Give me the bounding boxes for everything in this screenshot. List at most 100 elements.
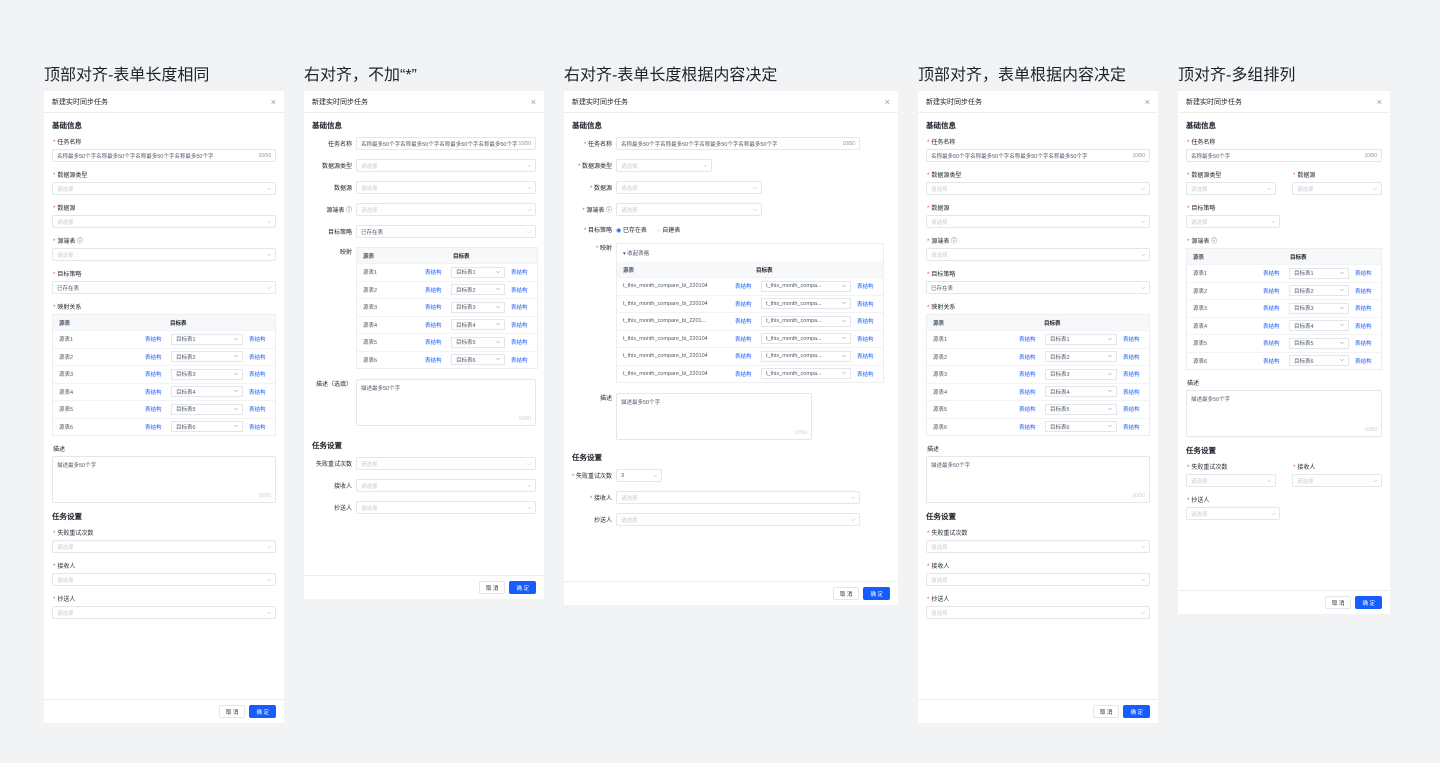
collapse-toggle[interactable]: ▾ 收起表格 bbox=[617, 249, 883, 257]
task-name-input[interactable]: 名称最多50个字名称最多50个字名称最多50个字名称最多50个字 10/50 bbox=[616, 137, 860, 150]
cc-select[interactable]: 请选择 ⌵ bbox=[52, 606, 276, 619]
mapping-table: 源表 目标表 源表1 表结构 目标表1 ⌵ 表结构 源表2 表结构 目标表2 ⌵ 表结构 源表3 表… bbox=[926, 314, 1150, 436]
cancel-button[interactable]: 取 消 bbox=[218, 705, 246, 718]
ok-button[interactable]: 确 定 bbox=[509, 581, 536, 594]
table-row: 源表1 表结构 目标表1 ⌵ 表结构 bbox=[1187, 264, 1381, 282]
ds-select[interactable]: 请选择 ⌵ bbox=[356, 181, 536, 194]
schema-link[interactable]: 表结构 bbox=[145, 405, 171, 413]
table-row: 源表3 表结构 目标表3 ⌵ 表结构 bbox=[53, 365, 275, 383]
ds-type-select[interactable]: 请选择 ⌵ bbox=[52, 182, 276, 195]
schema-link[interactable]: 表结构 bbox=[145, 353, 171, 361]
receiver-select[interactable]: 请选择 ⌵ bbox=[356, 479, 536, 492]
cancel-button[interactable]: 取 消 bbox=[1092, 705, 1120, 718]
target-select[interactable]: 目标表1 ⌵ bbox=[171, 333, 243, 345]
src-table-select[interactable]: 请选择 ⌵ bbox=[616, 203, 762, 216]
retry-select[interactable]: 3 ⌵ bbox=[616, 469, 662, 482]
cancel-button[interactable]: 取 消 bbox=[832, 587, 860, 600]
schema-link[interactable]: 表结构 bbox=[249, 388, 275, 396]
cc-select[interactable]: 请选择 ⌵ bbox=[1186, 507, 1280, 520]
cc-select[interactable]: 请选择 ⌵ bbox=[356, 501, 536, 514]
task-name-input[interactable]: 名称最多50个字名称最多50个字名称最多50个字名称最多50个字 10/50 bbox=[52, 149, 276, 162]
ds-select[interactable]: 请选择 ⌵ bbox=[616, 181, 762, 194]
target-select[interactable]: 目标表5 ⌵ bbox=[171, 403, 243, 415]
radio-auto[interactable]: ○ 自建表 bbox=[657, 225, 680, 234]
table-row: 源表3 表结构 目标表3 ⌵ 表结构 bbox=[927, 365, 1149, 383]
target-select[interactable]: 目标表4 ⌵ bbox=[171, 386, 243, 398]
table-row: 源表4 表结构 目标表4 ⌵ 表结构 bbox=[357, 315, 537, 334]
desc-textarea[interactable]: 描述最多50个字 10/50 bbox=[926, 456, 1150, 503]
ok-button[interactable]: 确 定 bbox=[863, 587, 890, 600]
ok-button[interactable]: 确 定 bbox=[249, 705, 276, 718]
ds-select[interactable]: 请选择 ⌵ bbox=[926, 215, 1150, 228]
target-select[interactable]: 目标表3 ⌵ bbox=[171, 368, 243, 380]
column-title-2: 右对齐，不加“*” bbox=[304, 67, 417, 84]
src-table-select[interactable]: 请选择 ⌵ bbox=[356, 203, 536, 216]
retry-select[interactable]: 请选择 ⌵ bbox=[1186, 474, 1276, 487]
schema-link[interactable]: 表结构 bbox=[249, 423, 275, 431]
desc-textarea[interactable]: 描述最多50个字 10/50 bbox=[52, 456, 276, 503]
schema-link[interactable]: 表结构 bbox=[145, 370, 171, 378]
section-basic: 基础信息 bbox=[52, 121, 82, 130]
ds-type-select[interactable]: 请选择 ⌵ bbox=[926, 182, 1150, 195]
column-title-1: 顶部对齐-表单长度相同 bbox=[44, 67, 210, 84]
task-name-input[interactable]: 名称最多50个字 10/50 bbox=[1186, 149, 1382, 162]
close-icon[interactable]: × bbox=[1145, 97, 1150, 107]
chevron-down-icon: ⌵ bbox=[267, 251, 271, 258]
cancel-button[interactable]: 取 消 bbox=[1324, 596, 1352, 609]
retry-select[interactable]: 请选择 ⌵ bbox=[356, 457, 536, 470]
table-row: 源表1 表结构 目标表1 ⌵ 表结构 bbox=[927, 330, 1149, 348]
ok-button[interactable]: 确 定 bbox=[1123, 705, 1150, 718]
table-row: 源表2 表结构 目标表2 ⌵ 表结构 bbox=[53, 347, 275, 366]
target-select[interactable]: 目标表2 ⌵ bbox=[171, 351, 243, 363]
desc-textarea[interactable]: 描述最多50个字 10/50 bbox=[356, 379, 536, 426]
table-row: 源表6 表结构 目标表6 ⌵ 表结构 bbox=[53, 417, 275, 436]
close-icon[interactable]: × bbox=[531, 97, 536, 107]
receiver-select[interactable]: 请选择 ⌵ bbox=[926, 573, 1150, 586]
table-row: 源表4 表结构 目标表4 ⌵ 表结构 bbox=[53, 382, 275, 401]
table-row: 源表6 表结构 目标表6 ⌵ 表结构 bbox=[927, 417, 1149, 436]
task-name-input[interactable]: 名称最多50个字名称最多50个字名称最多50个字名称最多50个字 10/50 bbox=[926, 149, 1150, 162]
ds-type-select[interactable]: 请选择 ⌵ bbox=[616, 159, 712, 172]
table-row: 源表2 表结构 目标表2 ⌵ 表结构 bbox=[1187, 281, 1381, 300]
schema-link[interactable]: 表结构 bbox=[249, 353, 275, 361]
ds-select[interactable]: 请选择 ⌵ bbox=[1292, 182, 1382, 195]
schema-link[interactable]: 表结构 bbox=[249, 405, 275, 413]
strategy-select[interactable]: 已存在表 ⌵ bbox=[52, 281, 276, 294]
close-icon[interactable]: × bbox=[271, 97, 276, 107]
close-icon[interactable]: × bbox=[885, 97, 890, 107]
ok-button[interactable]: 确 定 bbox=[1355, 596, 1382, 609]
schema-link[interactable]: 表结构 bbox=[145, 423, 171, 431]
strategy-select[interactable]: 已存在表 ⌵ bbox=[356, 225, 536, 238]
task-name-input[interactable]: 名称最多50个字名称最多50个字名称最多50个字名称最多50个字 10/50 bbox=[356, 137, 536, 150]
desc-textarea[interactable]: 描述最多50个字 10/50 bbox=[1186, 390, 1382, 437]
table-row: 源表6 表结构 目标表6 ⌵ 表结构 bbox=[357, 350, 537, 369]
cc-select[interactable]: 请选择 ⌵ bbox=[616, 513, 860, 526]
column-title-5: 顶对齐-多组排列 bbox=[1178, 67, 1296, 84]
cancel-button[interactable]: 取 消 bbox=[478, 581, 506, 594]
table-row: 源表4 表结构 目标表4 ⌵ 表结构 bbox=[927, 382, 1149, 401]
target-select[interactable]: 目标表6 ⌵ bbox=[171, 421, 243, 433]
retry-select[interactable]: 请选择 ⌵ bbox=[926, 540, 1150, 553]
receiver-select[interactable]: 请选择 ⌵ bbox=[616, 491, 860, 504]
radio-existing[interactable]: ◉ 已存在表 bbox=[616, 225, 647, 234]
schema-link[interactable]: 表结构 bbox=[145, 388, 171, 396]
src-table-select[interactable]: 请选择 ⌵ bbox=[52, 248, 276, 261]
table-row: 源表5 表结构 目标表5 ⌵ 表结构 bbox=[357, 333, 537, 351]
desc-textarea[interactable]: 描述最多50个字 10/50 bbox=[616, 393, 812, 440]
strategy-select[interactable]: 请选择 ⌵ bbox=[1186, 215, 1280, 228]
schema-link[interactable]: 表结构 bbox=[249, 370, 275, 378]
cc-select[interactable]: 请选择 ⌵ bbox=[926, 606, 1150, 619]
schema-link[interactable]: 表结构 bbox=[249, 335, 275, 343]
ds-select[interactable]: 请选择 ⌵ bbox=[52, 215, 276, 228]
schema-link[interactable]: 表结构 bbox=[145, 335, 171, 343]
ds-type-select[interactable]: 请选择 ⌵ bbox=[1186, 182, 1276, 195]
receiver-select[interactable]: 请选择 ⌵ bbox=[1292, 474, 1382, 487]
receiver-select[interactable]: 请选择 ⌵ bbox=[52, 573, 276, 586]
strategy-select[interactable]: 已存在表 ⌵ bbox=[926, 281, 1150, 294]
table-row: 源表3 表结构 目标表3 ⌵ 表结构 bbox=[357, 298, 537, 316]
table-row: t_this_month_compare_bi_220104 表结构 t_this_… bbox=[617, 294, 883, 313]
ds-type-select[interactable]: 请选择 ⌵ bbox=[356, 159, 536, 172]
close-icon[interactable]: × bbox=[1377, 97, 1382, 107]
src-table-select[interactable]: 请选择 ⌵ bbox=[926, 248, 1150, 261]
retry-select[interactable]: 请选择 ⌵ bbox=[52, 540, 276, 553]
